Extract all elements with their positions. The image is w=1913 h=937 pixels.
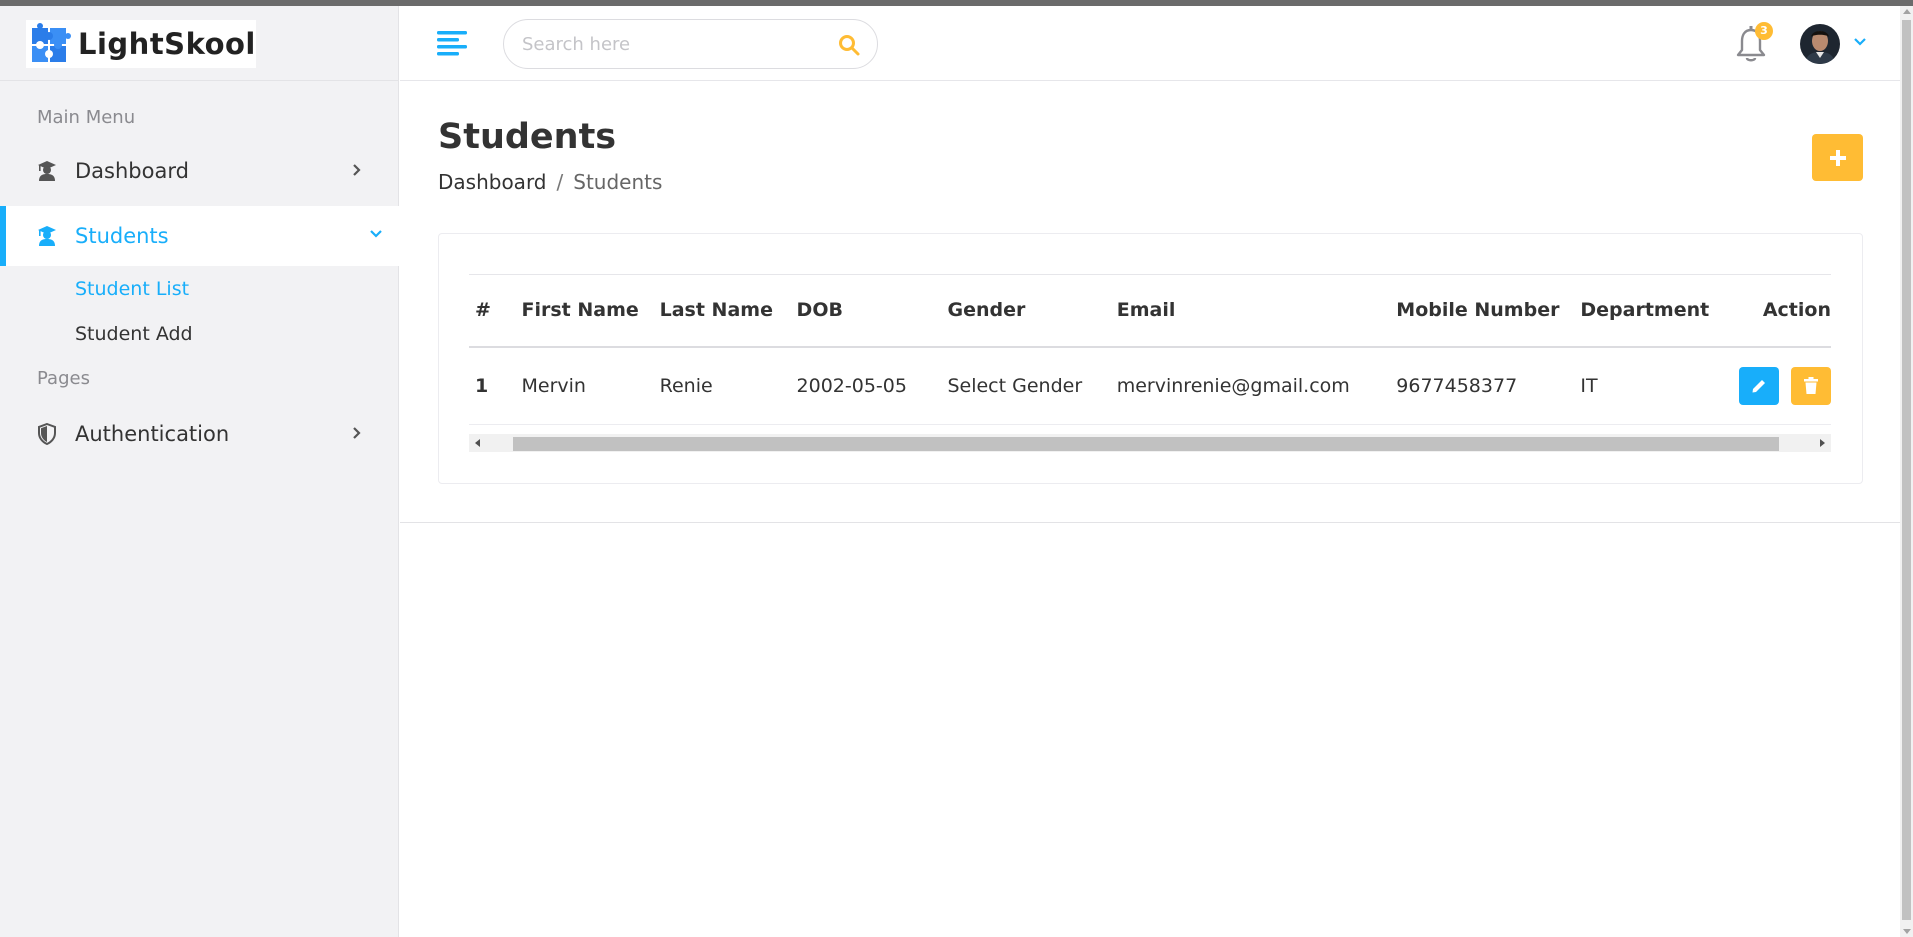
horizontal-scrollbar[interactable] [469,434,1831,452]
brand-name: LightSkool [78,27,256,61]
plus-icon [1829,149,1846,166]
menu-toggle-icon[interactable] [437,29,467,57]
students-card: # First Name Last Name DOB Gender Email … [438,233,1863,484]
sidebar-item-label: Students [75,224,169,248]
cell-mobile: 9677458377 [1390,346,1575,425]
sidebar-item-authentication[interactable]: Authentication [0,404,399,464]
column-header: DOB [790,274,942,348]
students-table: # First Name Last Name DOB Gender Email … [469,274,1831,425]
breadcrumb-current: Students [573,170,663,194]
cell-number: 1 [469,346,516,425]
menu-section-main: Main Menu [37,107,136,128]
sidebar-subitem-student-list[interactable]: Student List [75,278,189,300]
sidebar-subitem-student-add[interactable]: Student Add [75,323,193,345]
sidebar-item-label: Authentication [75,422,230,446]
cell-last-name: Renie [653,346,791,425]
content-divider [400,522,1900,523]
table-header-row: # First Name Last Name DOB Gender Email … [469,274,1831,348]
search-input[interactable] [522,31,822,57]
search-icon[interactable] [837,33,861,57]
scroll-left-arrow[interactable] [475,439,480,447]
row-actions [1738,366,1831,405]
search-box [503,19,878,69]
scroll-down-arrow[interactable] [1903,929,1911,934]
delete-button[interactable] [1790,366,1831,405]
add-student-button[interactable] [1812,134,1863,181]
cell-email: mervinrenie@gmail.com [1110,346,1391,425]
breadcrumb-separator: / [556,170,564,194]
page-title: Students [438,117,617,157]
table-scroll-container: # First Name Last Name DOB Gender Email … [469,274,1831,450]
puzzle-logo-icon [32,23,71,62]
sidebar-item-dashboard[interactable]: Dashboard [0,141,399,201]
table-row: 1 Mervin Renie 2002-05-05 Select Gender … [469,346,1831,425]
column-header: Action [1732,274,1831,348]
cell-department: IT [1574,346,1733,425]
avatar[interactable] [1800,24,1840,64]
menu-section-pages: Pages [37,368,90,389]
trash-icon [1803,376,1818,394]
graduation-cap-user-icon [38,161,56,181]
cell-gender: Select Gender [941,346,1111,425]
edit-button[interactable] [1738,366,1779,405]
scroll-right-arrow[interactable] [1820,439,1825,447]
chevron-right-icon [353,427,361,439]
column-header: First Name [515,274,654,348]
vertical-scrollbar[interactable] [1900,6,1913,937]
column-header: Last Name [653,274,791,348]
brand-logo[interactable]: LightSkool [26,20,256,68]
column-header: Mobile Number [1390,274,1575,348]
sidebar-item-label: Dashboard [75,159,189,183]
active-indicator [0,206,6,266]
pencil-icon [1752,379,1765,393]
top-header: 3 [400,6,1900,81]
chevron-down-icon [370,230,382,238]
column-header: Department [1574,274,1733,348]
column-header: Gender [941,274,1111,348]
sidebar: LightSkool Main Menu Dashboard Students … [0,6,399,937]
breadcrumb-dashboard[interactable]: Dashboard [438,170,547,194]
column-header: Email [1110,274,1391,348]
notification-badge: 3 [1755,22,1773,40]
cell-actions [1732,346,1831,425]
cell-dob: 2002-05-05 [790,346,942,425]
sidebar-item-students[interactable]: Students [0,206,399,266]
chevron-down-icon[interactable] [1852,34,1868,50]
logo-area: LightSkool [0,6,398,81]
graduation-cap-user-icon [38,226,56,246]
scroll-up-arrow[interactable] [1903,9,1911,14]
scroll-thumb[interactable] [1902,20,1911,920]
column-header: # [469,274,516,348]
scroll-thumb[interactable] [513,437,1779,451]
chevron-right-icon [353,164,361,176]
user-avatar-image [1800,24,1840,64]
cell-first-name: Mervin [515,346,654,425]
breadcrumb: Dashboard / Students [438,170,662,194]
shield-icon [38,423,56,445]
